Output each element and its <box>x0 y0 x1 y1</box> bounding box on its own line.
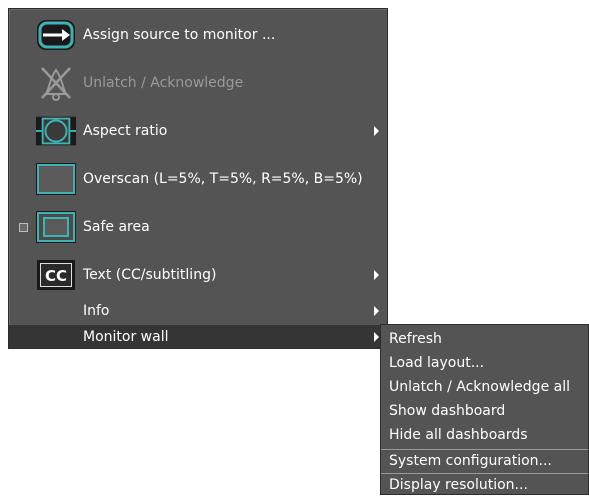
menu-item-label: Safe area <box>83 219 150 235</box>
submenu-item-show-dashboard[interactable]: Show dashboard <box>381 399 588 423</box>
submenu-item-system-configuration[interactable]: System configuration... <box>381 449 588 473</box>
submenu-arrow-icon <box>374 331 379 342</box>
svg-text:CC: CC <box>45 267 67 285</box>
safe-area-icon <box>35 209 77 245</box>
submenu-item-hide-all-dashboards[interactable]: Hide all dashboards <box>381 423 588 447</box>
menu-item-label: Unlatch / Acknowledge <box>83 75 244 91</box>
submenu-arrow-icon <box>374 270 379 280</box>
menu-item-label: Text (CC/subtitling) <box>83 267 217 283</box>
unlatch-icon <box>35 65 77 101</box>
cc-icon: CC <box>35 257 77 293</box>
submenu-arrow-icon <box>374 126 379 136</box>
aspect-ratio-icon <box>35 113 77 149</box>
safe-area-checkbox[interactable] <box>19 222 28 232</box>
monitor-wall-submenu: Refresh Load layout... Unlatch / Acknowl… <box>380 324 589 495</box>
menu-item-label: Monitor wall <box>83 328 169 345</box>
overscan-icon <box>35 161 77 197</box>
menu-item-assign-source[interactable]: Assign source to monitor ... <box>9 13 387 57</box>
submenu-item-display-resolution[interactable]: Display resolution... <box>381 473 588 497</box>
menu-item-info[interactable]: Info <box>9 299 387 323</box>
submenu-arrow-icon <box>374 306 379 316</box>
menu-item-safe-area[interactable]: Safe area <box>9 205 387 249</box>
menu-item-label: Overscan (L=5%, T=5%, R=5%, B=5%) <box>83 171 363 187</box>
menu-item-text-cc[interactable]: CC Text (CC/subtitling) <box>9 253 387 297</box>
menu-item-monitor-wall[interactable]: Monitor wall <box>9 325 387 348</box>
menu-item-label: Info <box>83 303 110 319</box>
submenu-item-load-layout[interactable]: Load layout... <box>381 351 588 375</box>
menu-item-unlatch-acknowledge: Unlatch / Acknowledge <box>9 61 387 105</box>
menu-item-label: Assign source to monitor ... <box>83 27 276 43</box>
context-menu: Assign source to monitor ... Unlatch / A… <box>8 8 388 349</box>
assign-source-icon <box>35 17 77 53</box>
submenu-item-unlatch-acknowledge-all[interactable]: Unlatch / Acknowledge all <box>381 375 588 399</box>
menu-item-label: Aspect ratio <box>83 123 168 139</box>
menu-item-overscan[interactable]: Overscan (L=5%, T=5%, R=5%, B=5%) <box>9 157 387 201</box>
menu-item-aspect-ratio[interactable]: Aspect ratio <box>9 109 387 153</box>
submenu-item-refresh[interactable]: Refresh <box>381 327 588 351</box>
